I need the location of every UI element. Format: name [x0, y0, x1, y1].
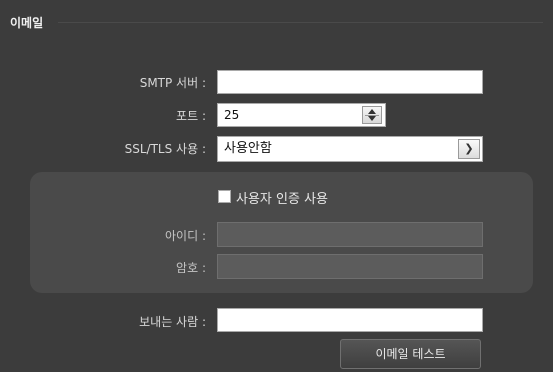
smtp-server-label: SMTP 서버 :: [139, 76, 206, 90]
chevron-down-icon[interactable]: ❯: [458, 139, 480, 159]
sender-label: 보내는 사람 :: [139, 315, 206, 329]
port-label: 포트 :: [176, 109, 206, 123]
section-title: 이메일: [10, 16, 44, 30]
password-label: 암호 :: [176, 261, 206, 275]
email-test-button[interactable]: 이메일 테스트: [340, 339, 481, 369]
auth-checkbox[interactable]: [218, 190, 231, 203]
ssl-tls-label: SSL/TLS 사용 :: [124, 142, 206, 156]
smtp-server-input[interactable]: [217, 70, 483, 94]
ssl-tls-select[interactable]: 사용안함 ❯: [217, 136, 483, 162]
port-stepper[interactable]: 25: [217, 103, 386, 127]
spin-down-icon[interactable]: [368, 116, 376, 121]
spin-buttons-icon[interactable]: [362, 106, 382, 124]
spin-up-icon[interactable]: [368, 109, 376, 114]
email-settings-panel: 이메일 SMTP 서버 : 포트 : 25 SSL/TLS 사용 : 사용안함 …: [0, 0, 553, 372]
user-id-input[interactable]: [217, 222, 483, 247]
password-input[interactable]: [217, 254, 483, 279]
auth-checkbox-label[interactable]: 사용자 인증 사용: [236, 188, 328, 207]
ssl-tls-selected: 사용안함: [224, 141, 272, 156]
section-divider: [58, 22, 543, 23]
sender-input[interactable]: [217, 308, 483, 332]
port-value: 25: [224, 108, 240, 122]
user-id-label: 아이디 :: [165, 229, 206, 243]
